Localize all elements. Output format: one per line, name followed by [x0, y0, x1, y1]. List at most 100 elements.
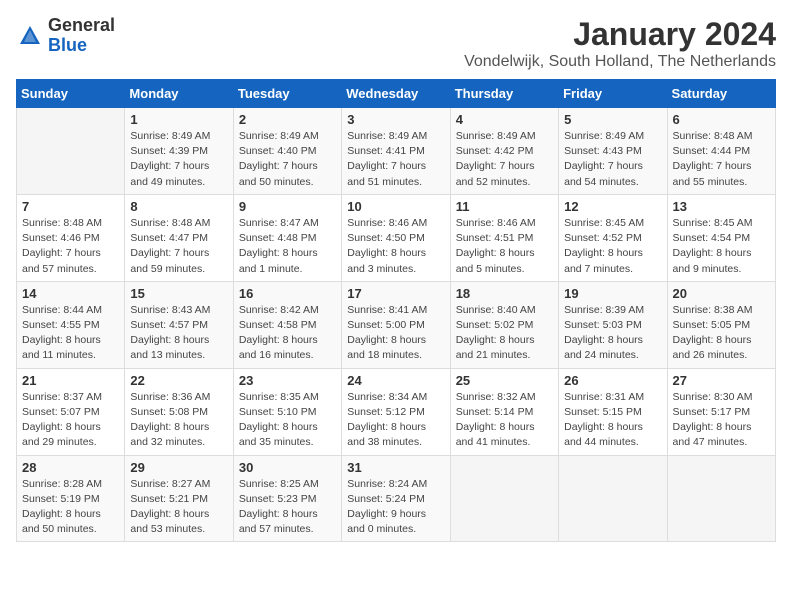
- calendar-cell: 27Sunrise: 8:30 AMSunset: 5:17 PMDayligh…: [667, 368, 775, 455]
- calendar-cell: [17, 108, 125, 195]
- day-number: 3: [347, 112, 444, 127]
- week-row-4: 21 Sunrise: 8:37 AMSunset: 5:07 PMDayligh…: [17, 368, 776, 455]
- day-number: 15: [130, 286, 227, 301]
- day-info: Sunrise: 8:45 AMSunset: 4:54 PMDaylight:…: [673, 216, 770, 277]
- day-number: 9: [239, 199, 336, 214]
- day-info: Sunrise: 8:49 AMSunset: 4:42 PMDaylight:…: [456, 129, 553, 190]
- day-info: Sunrise: 8:38 AMSunset: 5:05 PMDaylight:…: [673, 303, 770, 364]
- day-info: Sunrise: 8:49 AMSunset: 4:39 PMDaylight:…: [130, 129, 227, 190]
- calendar-cell: 29 Sunrise: 8:27 AMSunset: 5:21 PMDayligh…: [125, 455, 233, 542]
- day-number: 11: [456, 199, 553, 214]
- week-row-1: 1 Sunrise: 8:49 AMSunset: 4:39 PMDaylight…: [17, 108, 776, 195]
- day-info: Sunrise: 8:39 AMSunset: 5:03 PMDaylight:…: [564, 303, 661, 364]
- logo-icon: [16, 22, 44, 50]
- day-number: 8: [130, 199, 227, 214]
- calendar-cell: 20 Sunrise: 8:38 AMSunset: 5:05 PMDayligh…: [667, 281, 775, 368]
- day-number: 19: [564, 286, 661, 301]
- calendar-cell: 4 Sunrise: 8:49 AMSunset: 4:42 PMDaylight…: [450, 108, 558, 195]
- day-info: Sunrise: 8:34 AMSunset: 5:12 PMDaylight:…: [347, 390, 444, 451]
- day-number: 24: [347, 373, 444, 388]
- day-number: 22: [130, 373, 227, 388]
- page-header: General Blue January 2024 Vondelwijk, So…: [16, 16, 776, 71]
- calendar-cell: 12Sunrise: 8:45 AMSunset: 4:52 PMDayligh…: [559, 194, 667, 281]
- calendar-cell: 16Sunrise: 8:42 AMSunset: 4:58 PMDayligh…: [233, 281, 341, 368]
- calendar-cell: 28 Sunrise: 8:28 AMSunset: 5:19 PMDayligh…: [17, 455, 125, 542]
- day-info: Sunrise: 8:44 AMSunset: 4:55 PMDaylight:…: [22, 303, 119, 364]
- day-info: Sunrise: 8:27 AMSunset: 5:21 PMDaylight:…: [130, 477, 227, 538]
- logo-text: General Blue: [48, 16, 115, 56]
- calendar-cell: [667, 455, 775, 542]
- header-row: SundayMondayTuesdayWednesdayThursdayFrid…: [17, 80, 776, 108]
- calendar-cell: 30Sunrise: 8:25 AMSunset: 5:23 PMDayligh…: [233, 455, 341, 542]
- calendar-cell: 31 Sunrise: 8:24 AMSunset: 5:24 PMDayligh…: [342, 455, 450, 542]
- location-title: Vondelwijk, South Holland, The Netherlan…: [464, 53, 776, 71]
- day-number: 1: [130, 112, 227, 127]
- calendar-cell: 2 Sunrise: 8:49 AMSunset: 4:40 PMDaylight…: [233, 108, 341, 195]
- calendar-cell: 10 Sunrise: 8:46 AMSunset: 4:50 PMDayligh…: [342, 194, 450, 281]
- day-number: 17: [347, 286, 444, 301]
- calendar-cell: 21 Sunrise: 8:37 AMSunset: 5:07 PMDayligh…: [17, 368, 125, 455]
- header-friday: Friday: [559, 80, 667, 108]
- day-number: 23: [239, 373, 336, 388]
- calendar-cell: 19 Sunrise: 8:39 AMSunset: 5:03 PMDayligh…: [559, 281, 667, 368]
- logo-general: General: [48, 16, 115, 36]
- day-number: 29: [130, 460, 227, 475]
- calendar-cell: 17 Sunrise: 8:41 AMSunset: 5:00 PMDayligh…: [342, 281, 450, 368]
- calendar-cell: 8 Sunrise: 8:48 AMSunset: 4:47 PMDaylight…: [125, 194, 233, 281]
- day-info: Sunrise: 8:35 AMSunset: 5:10 PMDaylight:…: [239, 390, 336, 451]
- calendar-cell: 15Sunrise: 8:43 AMSunset: 4:57 PMDayligh…: [125, 281, 233, 368]
- header-monday: Monday: [125, 80, 233, 108]
- day-number: 20: [673, 286, 770, 301]
- day-info: Sunrise: 8:31 AMSunset: 5:15 PMDaylight:…: [564, 390, 661, 451]
- day-info: Sunrise: 8:37 AMSunset: 5:07 PMDaylight:…: [22, 390, 119, 451]
- calendar-cell: 5Sunrise: 8:49 AMSunset: 4:43 PMDaylight…: [559, 108, 667, 195]
- day-info: Sunrise: 8:46 AMSunset: 4:51 PMDaylight:…: [456, 216, 553, 277]
- calendar-cell: 23 Sunrise: 8:35 AMSunset: 5:10 PMDayligh…: [233, 368, 341, 455]
- calendar-cell: 25 Sunrise: 8:32 AMSunset: 5:14 PMDayligh…: [450, 368, 558, 455]
- day-number: 7: [22, 199, 119, 214]
- day-info: Sunrise: 8:48 AMSunset: 4:44 PMDaylight:…: [673, 129, 770, 190]
- calendar-cell: 3Sunrise: 8:49 AMSunset: 4:41 PMDaylight…: [342, 108, 450, 195]
- calendar-cell: 22 Sunrise: 8:36 AMSunset: 5:08 PMDayligh…: [125, 368, 233, 455]
- week-row-5: 28 Sunrise: 8:28 AMSunset: 5:19 PMDayligh…: [17, 455, 776, 542]
- day-info: Sunrise: 8:41 AMSunset: 5:00 PMDaylight:…: [347, 303, 444, 364]
- header-tuesday: Tuesday: [233, 80, 341, 108]
- day-number: 28: [22, 460, 119, 475]
- day-number: 6: [673, 112, 770, 127]
- day-info: Sunrise: 8:36 AMSunset: 5:08 PMDaylight:…: [130, 390, 227, 451]
- day-number: 21: [22, 373, 119, 388]
- day-info: Sunrise: 8:45 AMSunset: 4:52 PMDaylight:…: [564, 216, 661, 277]
- day-number: 18: [456, 286, 553, 301]
- day-number: 14: [22, 286, 119, 301]
- calendar-cell: 11 Sunrise: 8:46 AMSunset: 4:51 PMDayligh…: [450, 194, 558, 281]
- day-info: Sunrise: 8:46 AMSunset: 4:50 PMDaylight:…: [347, 216, 444, 277]
- day-number: 5: [564, 112, 661, 127]
- title-section: January 2024 Vondelwijk, South Holland, …: [464, 16, 776, 71]
- day-number: 10: [347, 199, 444, 214]
- header-wednesday: Wednesday: [342, 80, 450, 108]
- month-title: January 2024: [464, 16, 776, 53]
- day-info: Sunrise: 8:28 AMSunset: 5:19 PMDaylight:…: [22, 477, 119, 538]
- week-row-3: 14 Sunrise: 8:44 AMSunset: 4:55 PMDayligh…: [17, 281, 776, 368]
- calendar-cell: 14 Sunrise: 8:44 AMSunset: 4:55 PMDayligh…: [17, 281, 125, 368]
- day-info: Sunrise: 8:32 AMSunset: 5:14 PMDaylight:…: [456, 390, 553, 451]
- calendar-cell: 18Sunrise: 8:40 AMSunset: 5:02 PMDayligh…: [450, 281, 558, 368]
- calendar-cell: [559, 455, 667, 542]
- calendar-cell: 7Sunrise: 8:48 AMSunset: 4:46 PMDaylight…: [17, 194, 125, 281]
- calendar-cell: 26Sunrise: 8:31 AMSunset: 5:15 PMDayligh…: [559, 368, 667, 455]
- calendar-cell: 1 Sunrise: 8:49 AMSunset: 4:39 PMDaylight…: [125, 108, 233, 195]
- day-info: Sunrise: 8:25 AMSunset: 5:23 PMDaylight:…: [239, 477, 336, 538]
- header-thursday: Thursday: [450, 80, 558, 108]
- day-number: 4: [456, 112, 553, 127]
- header-sunday: Sunday: [17, 80, 125, 108]
- day-number: 2: [239, 112, 336, 127]
- day-number: 31: [347, 460, 444, 475]
- day-info: Sunrise: 8:30 AMSunset: 5:17 PMDaylight:…: [673, 390, 770, 451]
- day-info: Sunrise: 8:24 AMSunset: 5:24 PMDaylight:…: [347, 477, 444, 538]
- day-number: 13: [673, 199, 770, 214]
- day-info: Sunrise: 8:49 AMSunset: 4:40 PMDaylight:…: [239, 129, 336, 190]
- calendar-cell: 24 Sunrise: 8:34 AMSunset: 5:12 PMDayligh…: [342, 368, 450, 455]
- day-number: 25: [456, 373, 553, 388]
- logo: General Blue: [16, 16, 115, 56]
- day-info: Sunrise: 8:48 AMSunset: 4:47 PMDaylight:…: [130, 216, 227, 277]
